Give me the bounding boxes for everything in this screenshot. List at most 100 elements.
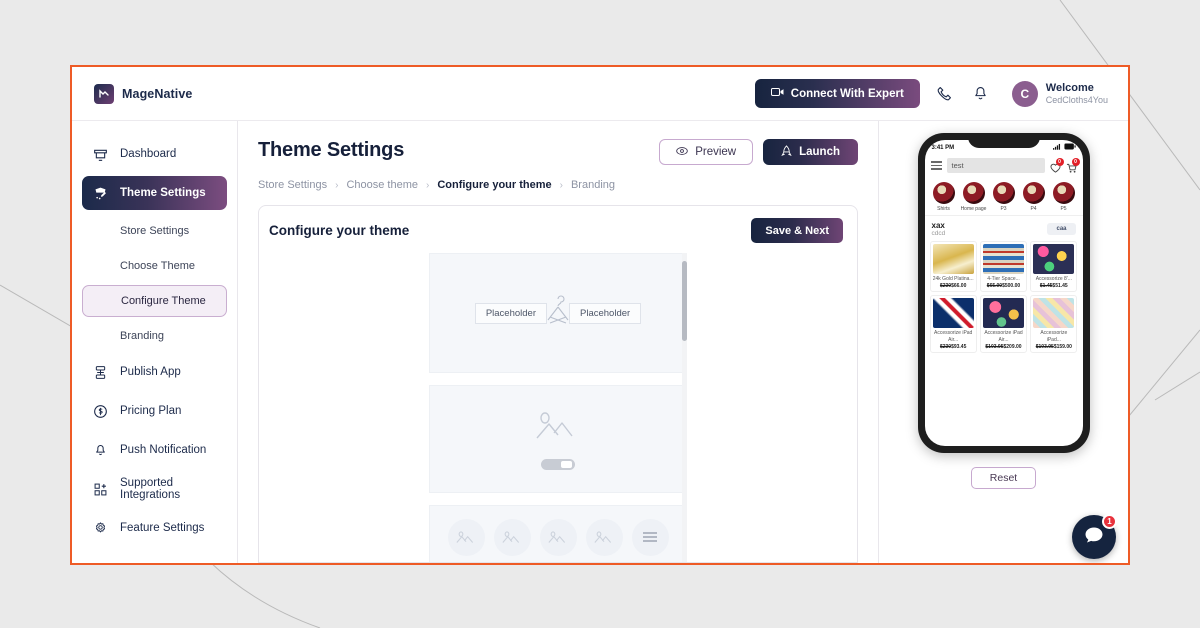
- bell-icon[interactable]: [970, 83, 992, 105]
- reset-button[interactable]: Reset: [970, 467, 1037, 489]
- section-subtitle: cdcd: [931, 230, 946, 237]
- category-image: [1052, 182, 1075, 204]
- image-placeholder-icon[interactable]: [447, 518, 485, 556]
- sidebar-subitem-configure-theme[interactable]: Configure Theme: [82, 285, 227, 317]
- product-card[interactable]: 24k Gold Platina... $230$66.00: [929, 241, 977, 293]
- breadcrumb-item-choose-theme[interactable]: Choose theme: [346, 179, 418, 191]
- canvas-block-category-circles[interactable]: [429, 505, 687, 562]
- product-card[interactable]: Accessorize iPad Air... $230$93.45: [929, 295, 977, 353]
- image-placeholder-icon[interactable]: [585, 518, 623, 556]
- sidebar-item-dashboard[interactable]: Dashboard: [82, 137, 227, 171]
- product-current-price: $159.00: [1053, 343, 1072, 350]
- category-item[interactable]: Shirts: [930, 182, 958, 212]
- canvas-scrollbar-thumb[interactable]: [682, 261, 687, 341]
- wishlist-icon[interactable]: 0: [1049, 158, 1064, 173]
- product-old-price: $1.45: [1039, 283, 1053, 290]
- dashboard-icon: [92, 146, 108, 162]
- search-input[interactable]: test: [946, 158, 1045, 173]
- product-image: [982, 244, 1025, 274]
- canvas-block-hero-banner[interactable]: Placeholder Placeholder: [429, 253, 687, 373]
- brand-logo[interactable]: MageNative: [94, 83, 192, 104]
- chat-unread-badge: 1: [1102, 514, 1117, 529]
- hamburger-menu-icon[interactable]: [631, 518, 669, 556]
- sidebar-item-theme-settings[interactable]: Theme Settings: [82, 176, 227, 210]
- cart-icon[interactable]: 0: [1066, 158, 1080, 173]
- category-label: Shirts: [937, 206, 950, 212]
- breadcrumb: Store Settings › Choose theme › Configur…: [258, 179, 858, 191]
- image-placeholder-icon[interactable]: [539, 518, 577, 556]
- theme-canvas[interactable]: Placeholder Placeholder: [429, 253, 687, 562]
- hamburger-menu-icon[interactable]: [930, 161, 942, 170]
- product-old-price: $65.00: [986, 283, 1003, 290]
- image-placeholder-icon[interactable]: [493, 518, 531, 556]
- sidebar-subitem-label: Store Settings: [120, 225, 190, 237]
- section-action-button[interactable]: caa: [1047, 223, 1076, 235]
- category-item[interactable]: P4: [1020, 182, 1048, 212]
- magenative-logo-icon: [94, 83, 114, 104]
- user-menu[interactable]: C Welcome CedCloths4You: [1006, 80, 1108, 107]
- phone-icon[interactable]: [934, 83, 956, 105]
- page-header: Theme Settings Preview Launch: [258, 139, 858, 165]
- sidebar-subitem-label: Branding: [120, 330, 165, 342]
- category-image: [962, 182, 985, 204]
- product-card[interactable]: Accessorize iPad... $103.95$159.00: [1030, 295, 1078, 353]
- sidebar-item-publish-app[interactable]: Publish App: [82, 355, 227, 389]
- category-label: P3: [1000, 206, 1007, 212]
- sidebar-subitem-store-settings[interactable]: Store Settings: [82, 215, 227, 247]
- product-old-price: $230: [939, 283, 952, 290]
- chat-widget-button[interactable]: 1: [1072, 514, 1117, 559]
- status-time: 3:41 PM: [931, 144, 955, 151]
- category-image: [1022, 182, 1045, 204]
- hanger-icon: [543, 293, 573, 334]
- image-placeholder-icon: [534, 408, 582, 449]
- eye-icon: [676, 146, 688, 159]
- save-and-next-button[interactable]: Save & Next: [751, 218, 843, 243]
- sidebar-item-pricing-plan[interactable]: Pricing Plan: [82, 394, 227, 428]
- phone-section-header: xax cdcd caa: [925, 216, 1083, 239]
- app-window: MageNative Connect With Expert C Welcome…: [70, 65, 1130, 565]
- product-image: [982, 298, 1025, 329]
- product-old-price: $103.95: [985, 343, 1004, 350]
- category-image: [992, 182, 1015, 204]
- sidebar: Dashboard Theme Settings Store Settings …: [72, 121, 238, 563]
- gear-icon: [92, 520, 108, 536]
- connect-with-expert-button[interactable]: Connect With Expert: [754, 79, 920, 108]
- signal-icon: [1052, 143, 1061, 152]
- screenshot-stage: MageNative Connect With Expert C Welcome…: [0, 0, 1200, 628]
- sidebar-item-supported-integrations[interactable]: Supported Integrations: [82, 472, 227, 506]
- welcome-label: Welcome: [1045, 82, 1094, 94]
- product-title: Accessorize iPad Air...: [984, 330, 1023, 343]
- product-card[interactable]: Accessorize iPad Air... $103.95$209.00: [979, 295, 1028, 353]
- product-image: [1033, 298, 1075, 329]
- sidebar-subitem-choose-theme[interactable]: Choose Theme: [82, 250, 227, 282]
- hero-placeholder-right[interactable]: Placeholder: [569, 302, 642, 324]
- sidebar-item-push-notification[interactable]: Push Notification: [82, 433, 227, 467]
- main-content: Theme Settings Preview Launch Store Sett…: [238, 121, 878, 563]
- launch-button[interactable]: Launch: [763, 139, 858, 165]
- sidebar-item-label: Supported Integrations: [120, 477, 181, 501]
- phone-mockup: 3:41 PM test 0 0 Shirts Home page P3 P4 …: [917, 133, 1090, 453]
- configure-theme-card: Configure your theme Save & Next Placeho…: [258, 205, 858, 563]
- canvas-block-image[interactable]: [429, 385, 687, 493]
- product-card[interactable]: 4-Tier Space... $65.00$500.00: [979, 241, 1028, 293]
- category-item[interactable]: P3: [990, 182, 1018, 212]
- product-price: $1.45$51.45: [1033, 283, 1074, 289]
- category-item[interactable]: P5: [1050, 182, 1078, 212]
- page-header-actions: Preview Launch: [659, 139, 858, 165]
- phone-screen[interactable]: 3:41 PM test 0 0 Shirts Home page P3 P4 …: [924, 140, 1083, 446]
- product-card[interactable]: Accessorize 8'... $1.45$51.45: [1030, 241, 1078, 293]
- breadcrumb-item-branding[interactable]: Branding: [571, 179, 615, 191]
- breadcrumb-item-store-settings[interactable]: Store Settings: [258, 179, 327, 191]
- sidebar-subitem-branding[interactable]: Branding: [82, 320, 227, 352]
- product-current-price: $93.45: [951, 343, 967, 350]
- breadcrumb-item-configure-your-theme[interactable]: Configure your theme: [437, 179, 551, 191]
- hero-placeholder-left[interactable]: Placeholder: [474, 302, 547, 324]
- toggle-switch[interactable]: [541, 459, 575, 470]
- preview-button[interactable]: Preview: [659, 139, 754, 165]
- product-current-price: $209.00: [1003, 343, 1022, 350]
- sidebar-subitem-label: Choose Theme: [120, 260, 196, 272]
- sidebar-item-feature-settings[interactable]: Feature Settings: [82, 511, 227, 545]
- product-title: 4-Tier Space...: [987, 276, 1020, 282]
- category-item[interactable]: Home page: [960, 182, 988, 212]
- section-title: xax: [931, 221, 945, 230]
